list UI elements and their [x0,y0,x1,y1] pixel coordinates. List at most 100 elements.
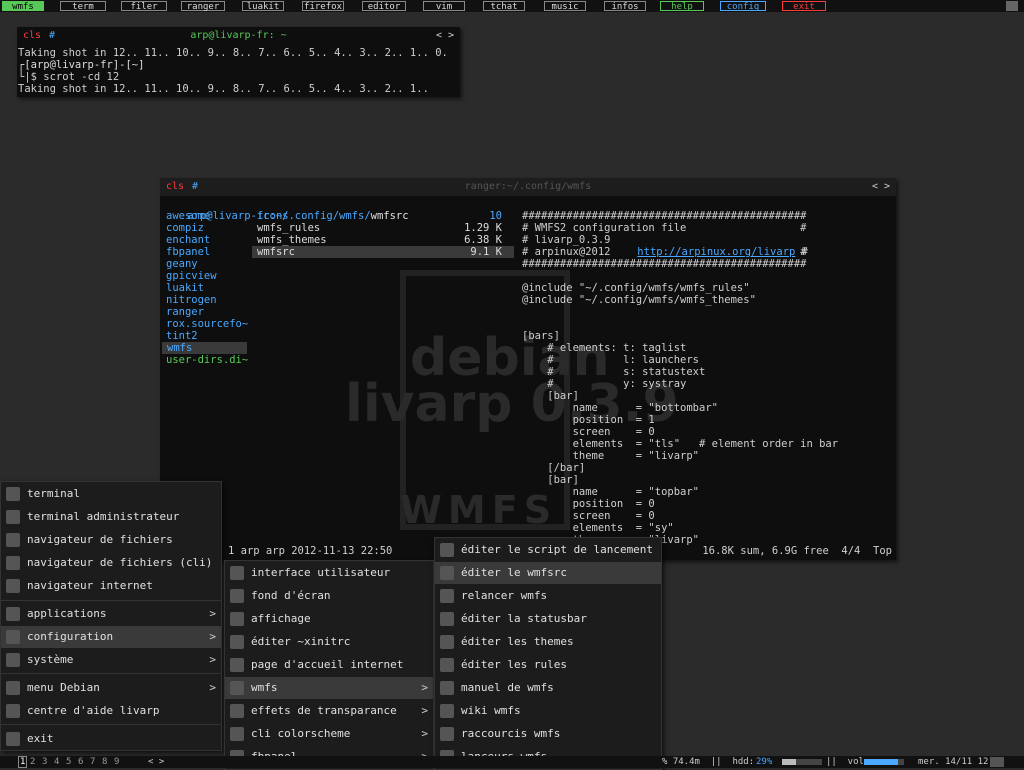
terminal-nav-arrows[interactable]: < > [436,30,454,41]
tag-editor[interactable]: editor [362,1,406,12]
ranger-dir-item[interactable]: gpicview [166,270,217,282]
tag-wmfs[interactable]: wmfs [2,1,44,12]
tag-tchat[interactable]: tchat [483,1,525,12]
edit-icon [230,635,244,649]
ranger-file-item[interactable]: icons 10 [252,210,514,222]
ranger-file-item[interactable]: wmfs_themes 6.38 K [252,234,514,246]
ranger-dir-item[interactable]: user-dirs.di~ [166,354,248,366]
globe-icon [6,579,20,593]
ranger-dir-item[interactable]: luakit [166,282,204,294]
menu1-item-syst-me[interactable]: système > [1,649,221,671]
bottom-tag-8[interactable]: 8 [102,756,107,768]
menu-item-label: wiki wmfs [461,704,521,717]
menu1-item-centre-d-aide-livarp[interactable]: centre d'aide livarp [1,700,221,722]
grid-icon [6,704,20,718]
tag-infos[interactable]: infos [604,1,646,12]
ranger-titlebar[interactable]: cls # ranger:~/.config/wmfs < > [160,178,896,196]
tag-vim[interactable]: vim [423,1,465,12]
ranger-dir-item[interactable]: compiz [166,222,204,234]
bottom-tag-5[interactable]: 5 [66,756,71,768]
ranger-dir-item[interactable]: tint2 [166,330,198,342]
keyboard-icon [440,727,454,741]
tag-exit[interactable]: exit [782,1,826,12]
menu1-item-menu-debian[interactable]: menu Debian > [1,677,221,699]
menu2-item--diter-xinitrc[interactable]: éditer ~xinitrc [225,631,433,653]
chevron-right-icon: > [421,727,428,740]
menu-item-label: éditer les themes [461,635,574,648]
menu1-item-terminal-administrateur[interactable]: terminal administrateur [1,506,221,528]
ranger-status-left: 1 arp arp 2012-11-13 22:50 [228,545,393,557]
menu-separator [1,673,221,674]
menu2-item-cli-colorscheme[interactable]: cli colorscheme > [225,723,433,745]
bottom-tag-9[interactable]: 9 [114,756,119,768]
menu3-item--diter-le-wmfsrc[interactable]: éditer le wmfsrc [435,562,661,584]
menu3-item-raccourcis-wmfs[interactable]: raccourcis wmfs [435,723,661,745]
menu2-item-interface-utilisateur[interactable]: interface utilisateur [225,562,433,584]
menu-item-label: affichage [251,612,311,625]
menu1-item-navigateur-de-fichiers-cli-[interactable]: navigateur de fichiers (cli) [1,552,221,574]
menu2-item-page-d-accueil-internet[interactable]: page d'accueil internet [225,654,433,676]
preview-line: position = 0 [522,498,655,510]
chevron-right-icon: > [209,653,216,666]
tag-ranger[interactable]: ranger [181,1,225,12]
ranger-dir-item[interactable]: geany [166,258,198,270]
bottom-tag-3[interactable]: 3 [42,756,47,768]
preview-url-link[interactable]: http://arpinux.org/livarp [637,246,795,258]
menu3-item--diter-les-rules[interactable]: éditer les rules [435,654,661,676]
ranger-file-item[interactable]: wmfsrc 9.1 K [252,246,514,258]
terminal-titlebar[interactable]: cls # arp@livarp-fr: ~ < > [17,27,460,45]
status-hdd: 29% [756,757,773,767]
bottom-nav-arrows[interactable]: < > [148,756,164,768]
ranger-dir-item[interactable]: nitrogen [166,294,217,306]
menu3-item-manuel-de-wmfs[interactable]: manuel de wmfs [435,677,661,699]
ranger-dir-item[interactable]: wmfs [162,342,247,354]
menu2-item-wmfs[interactable]: wmfs > [225,677,433,699]
volume-bar[interactable] [864,759,904,765]
wmfs-submenu[interactable]: éditer le script de lancement éditer le w… [434,537,662,770]
ranger-file-item[interactable]: wmfs_rules 1.29 K [252,222,514,234]
ranger-dir-item[interactable]: enchant [166,234,210,246]
bottom-tag-7[interactable]: 7 [90,756,95,768]
ranger-preview-link[interactable]: http://arpinux.org/livarp # [612,234,808,270]
ranger-dir-item[interactable]: rox.sourcefo~ [166,318,248,330]
edit-icon [440,658,454,672]
tag-luakit[interactable]: luakit [242,1,284,12]
menu2-item-effets-de-transparance[interactable]: effets de transparance > [225,700,433,722]
tag-filer[interactable]: filer [121,1,167,12]
main-menu[interactable]: terminal terminal administrateur navigateu… [0,481,222,751]
ranger-dir-item[interactable]: awesome [166,210,210,222]
ranger-dir-item[interactable]: fbpanel [166,246,210,258]
menu3-item-wiki-wmfs[interactable]: wiki wmfs [435,700,661,722]
ranger-window[interactable]: cls # ranger:~/.config/wmfs < > debian l… [160,178,896,560]
menu3-item-relancer-wmfs[interactable]: relancer wmfs [435,585,661,607]
menu3-item--diter-les-themes[interactable]: éditer les themes [435,631,661,653]
window-icon[interactable] [1006,1,1018,11]
menu1-item-exit[interactable]: exit [1,728,221,750]
menu2-item-fond-d-cran[interactable]: fond d'écran [225,585,433,607]
tag-term[interactable]: term [60,1,106,12]
tag-music[interactable]: music [544,1,586,12]
menu1-item-navigateur-internet[interactable]: navigateur internet [1,575,221,597]
menu1-item-configuration[interactable]: configuration > [1,626,221,648]
bottom-tag-4[interactable]: 4 [54,756,59,768]
menu3-item--diter-le-script-de-lancement[interactable]: éditer le script de lancement [435,539,661,561]
menu-item-label: configuration [27,630,114,643]
edit-icon [440,543,454,557]
menu2-item-affichage[interactable]: affichage [225,608,433,630]
terminal-window[interactable]: cls # arp@livarp-fr: ~ < > Taking shot i… [17,27,460,97]
menu3-item--diter-la-statusbar[interactable]: éditer la statusbar [435,608,661,630]
menu1-item-navigateur-de-fichiers[interactable]: navigateur de fichiers [1,529,221,551]
tag-config[interactable]: config [720,1,766,12]
tag-help[interactable]: help [660,1,704,12]
configuration-submenu[interactable]: interface utilisateur fond d'écran afficha… [224,560,434,770]
tag-firefox[interactable]: firefox [302,1,344,12]
bottom-tag-6[interactable]: 6 [78,756,83,768]
menu-item-label: terminal administrateur [27,510,180,523]
ranger-nav-arrows[interactable]: < > [872,181,890,192]
ranger-dir-item[interactable]: ranger [166,306,204,318]
tray-icon[interactable] [990,757,1004,767]
menu1-item-applications[interactable]: applications > [1,603,221,625]
bottom-tag-1[interactable]: 1 [18,756,28,768]
bottom-tag-2[interactable]: 2 [30,756,35,768]
menu1-item-terminal[interactable]: terminal [1,483,221,505]
